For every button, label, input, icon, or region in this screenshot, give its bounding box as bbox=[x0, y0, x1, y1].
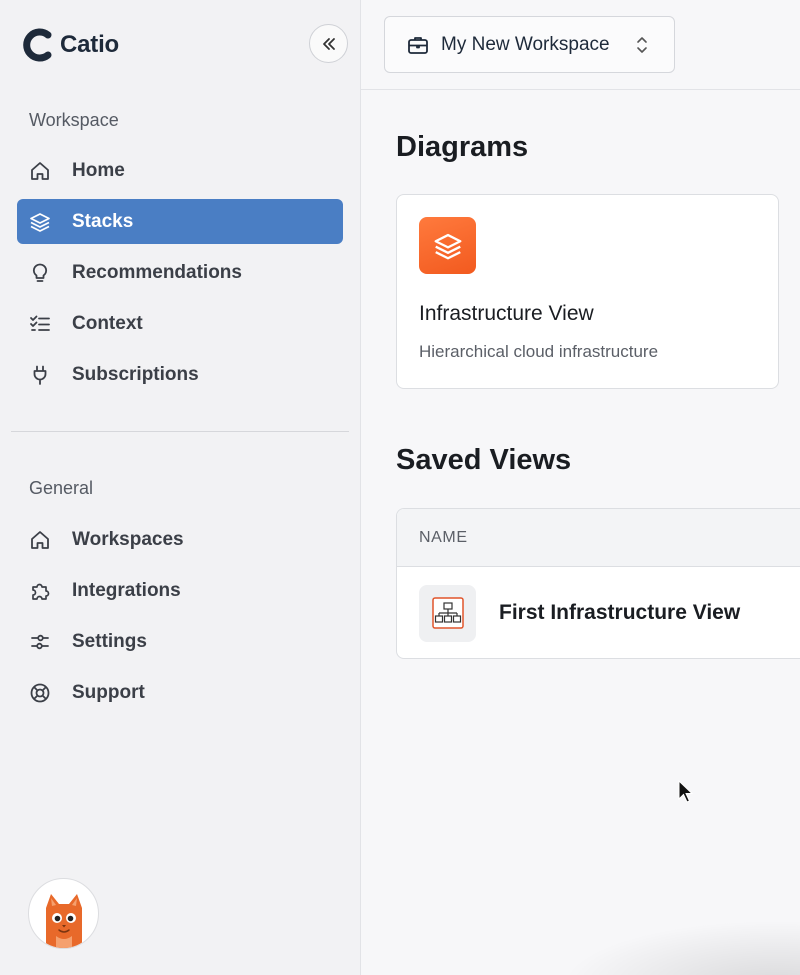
sidebar-item-support[interactable]: Support bbox=[17, 670, 343, 715]
lifebuoy-icon bbox=[29, 682, 51, 704]
sidebar-item-settings[interactable]: Settings bbox=[17, 619, 343, 664]
workspace-selector[interactable]: My New Workspace bbox=[384, 16, 675, 73]
sidebar-item-context[interactable]: Context bbox=[17, 301, 343, 346]
workspace-selector-label: My New Workspace bbox=[441, 33, 610, 55]
double-chevron-left-icon bbox=[322, 37, 335, 50]
sidebar-item-label: Stacks bbox=[72, 210, 134, 232]
diagrams-title: Diagrams bbox=[396, 131, 529, 163]
sidebar-item-integrations[interactable]: Integrations bbox=[17, 568, 343, 613]
sidebar-item-label: Support bbox=[72, 681, 145, 703]
table-header: NAME bbox=[397, 509, 800, 567]
cat-avatar-icon bbox=[45, 894, 82, 948]
workspace-section-title: Workspace bbox=[29, 110, 119, 130]
sliders-icon bbox=[29, 631, 51, 653]
puzzle-icon bbox=[29, 580, 51, 602]
mouse-cursor-icon bbox=[678, 780, 694, 803]
plug-icon bbox=[29, 364, 51, 386]
catio-logo-icon bbox=[23, 28, 52, 62]
lightbulb-icon bbox=[29, 262, 51, 284]
diagram-card-infrastructure-view[interactable]: Infrastructure View Hierarchical cloud i… bbox=[396, 194, 779, 389]
saved-views-table: NAME First Infrastructure View bbox=[396, 508, 800, 659]
user-avatar[interactable] bbox=[28, 878, 99, 949]
sidebar-item-label: Recommendations bbox=[72, 261, 242, 283]
home-icon bbox=[29, 160, 51, 182]
sidebar-item-subscriptions[interactable]: Subscriptions bbox=[17, 352, 343, 397]
corner-shadow bbox=[560, 920, 800, 975]
sidebar: Catio Workspace Home Stacks Recommendati… bbox=[0, 0, 361, 975]
layers-icon bbox=[419, 217, 476, 274]
hierarchy-diagram-icon bbox=[419, 584, 476, 642]
catio-logo[interactable]: Catio bbox=[22, 28, 119, 62]
briefcase-icon bbox=[408, 36, 428, 54]
sidebar-item-recommendations[interactable]: Recommendations bbox=[17, 250, 343, 295]
chevron-updown-icon bbox=[637, 37, 647, 53]
saved-views-title: Saved Views bbox=[396, 444, 572, 476]
checklist-icon bbox=[29, 313, 51, 335]
diagram-card-subtitle: Hierarchical cloud infrastructure bbox=[419, 342, 659, 361]
sidebar-item-label: Context bbox=[72, 312, 143, 334]
column-header-name[interactable]: NAME bbox=[419, 529, 468, 547]
top-header: My New Workspace bbox=[361, 0, 800, 90]
diagram-card-title: Infrastructure View bbox=[419, 302, 594, 325]
app-name: Catio bbox=[60, 31, 120, 58]
sidebar-item-label: Workspaces bbox=[72, 528, 184, 550]
sidebar-item-workspaces[interactable]: Workspaces bbox=[17, 517, 343, 562]
layers-icon bbox=[29, 211, 51, 233]
sidebar-item-stacks[interactable]: Stacks bbox=[17, 199, 343, 244]
sidebar-item-home[interactable]: Home bbox=[17, 148, 343, 193]
saved-view-name[interactable]: First Infrastructure View bbox=[499, 601, 740, 625]
sidebar-item-label: Settings bbox=[72, 630, 147, 652]
general-section-title: General bbox=[29, 478, 94, 498]
sidebar-item-label: Home bbox=[72, 159, 125, 181]
sidebar-divider bbox=[11, 431, 349, 432]
collapse-sidebar-button[interactable] bbox=[309, 24, 348, 63]
table-row[interactable]: First Infrastructure View bbox=[397, 567, 800, 658]
sidebar-item-label: Subscriptions bbox=[72, 363, 199, 385]
sidebar-item-label: Integrations bbox=[72, 579, 181, 601]
home-icon bbox=[29, 529, 51, 551]
